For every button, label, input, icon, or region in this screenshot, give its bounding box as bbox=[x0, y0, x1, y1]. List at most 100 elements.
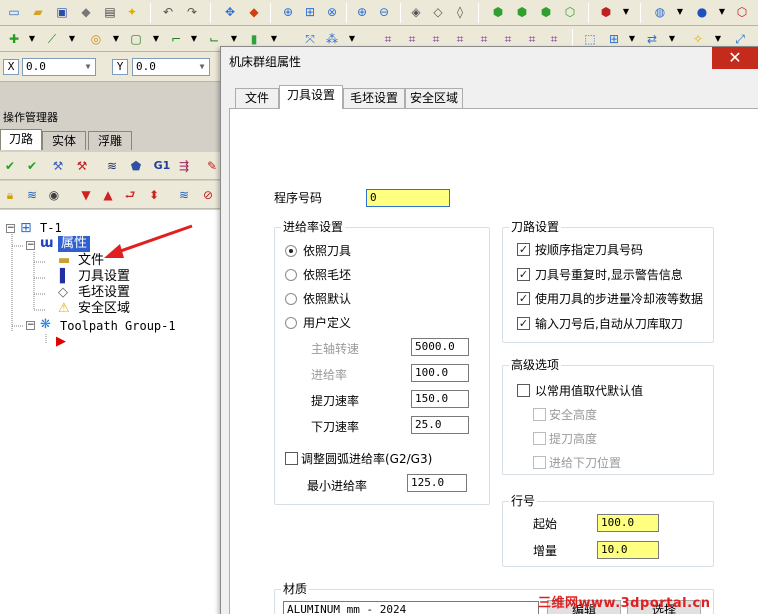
backplot-icon[interactable]: ≋ bbox=[104, 158, 120, 174]
new-file-icon[interactable]: ▭ bbox=[6, 4, 22, 20]
hidden-line-icon[interactable]: ◊ bbox=[452, 4, 468, 20]
chevron-down-icon[interactable]: ▼ bbox=[81, 59, 95, 75]
chevron-down-icon[interactable]: ▼ bbox=[710, 31, 726, 47]
chevron-down-icon[interactable]: ▼ bbox=[672, 4, 688, 20]
select-icon[interactable]: ⬚ bbox=[582, 31, 598, 47]
seq-tool-number-checkbox[interactable]: ✓ bbox=[517, 243, 530, 256]
circle-icon[interactable]: ◎ bbox=[88, 31, 104, 47]
override-defaults-checkbox[interactable] bbox=[517, 384, 530, 397]
auto-library-checkbox[interactable]: ✓ bbox=[517, 317, 530, 330]
line-start-input[interactable]: 100.0 bbox=[597, 514, 659, 532]
arc-feed-adjust-label[interactable]: 调整圆弧进给率(G2/G3) bbox=[301, 451, 432, 467]
material-input[interactable]: ALUMINUM mm - 2024 bbox=[283, 601, 539, 614]
expand-collapse-icon[interactable]: ⬍ bbox=[146, 187, 162, 203]
solid-icon[interactable]: ▮ bbox=[246, 31, 262, 47]
program-number-input[interactable]: 0 bbox=[366, 189, 450, 207]
toolpath-h-icon[interactable]: ⌗ bbox=[546, 31, 562, 47]
line-inc-input[interactable]: 10.0 bbox=[597, 541, 659, 559]
cube-side-icon[interactable]: ⬢ bbox=[538, 4, 554, 20]
undo-icon[interactable]: ↶ bbox=[160, 4, 176, 20]
chevron-down-icon[interactable]: ▼ bbox=[714, 4, 730, 20]
min-feed-input[interactable]: 125.0 bbox=[407, 474, 467, 492]
chevron-down-icon[interactable]: ▼ bbox=[664, 31, 680, 47]
insert-arrow-icon[interactable]: ⮐ bbox=[122, 187, 138, 203]
radio-from-default[interactable] bbox=[285, 293, 297, 305]
tab-files[interactable]: 文件 bbox=[235, 88, 279, 108]
trim-icon[interactable]: ⌙ bbox=[206, 31, 222, 47]
auto-library-label[interactable]: 输入刀号后,自动从刀库取刀 bbox=[535, 316, 683, 332]
help-icon[interactable]: ⊘ bbox=[200, 187, 216, 203]
fillet-icon[interactable]: ⌐ bbox=[168, 31, 184, 47]
cube-red-icon[interactable]: ⬢ bbox=[598, 4, 614, 20]
tab-art[interactable]: 浮雕 bbox=[88, 131, 132, 150]
regenerate-dirty-icon[interactable]: ⚒ bbox=[74, 158, 90, 174]
feed-plane-checkbox[interactable] bbox=[533, 456, 546, 469]
tab-safety-zone[interactable]: 安全区域 bbox=[405, 88, 463, 108]
shade-icon[interactable]: ◈ bbox=[408, 4, 424, 20]
chevron-down-icon[interactable]: ▼ bbox=[226, 31, 242, 47]
line-icon[interactable]: ⟋ bbox=[44, 31, 60, 47]
radio-from-stock-label[interactable]: 依照毛坯 bbox=[303, 267, 351, 283]
verify-icon[interactable]: ⬟ bbox=[128, 158, 144, 174]
zoom-fit-icon[interactable]: ⊞ bbox=[302, 4, 318, 20]
seq-tool-number-label[interactable]: 按顺序指定刀具号码 bbox=[535, 242, 643, 258]
x-coord-input[interactable]: 0.0 ▼ bbox=[22, 58, 96, 76]
g1-icon[interactable]: G1 bbox=[150, 158, 174, 174]
wireframe-icon[interactable]: ◇ bbox=[430, 4, 446, 20]
grid-icon[interactable]: ⊞ bbox=[606, 31, 622, 47]
radio-user-defined[interactable] bbox=[285, 317, 297, 329]
redo-icon[interactable]: ↷ bbox=[184, 4, 200, 20]
only-display-icon[interactable]: ≋ bbox=[176, 187, 192, 203]
clearance-checkbox[interactable] bbox=[533, 408, 546, 421]
select-invalid-icon[interactable]: ✔ bbox=[24, 158, 40, 174]
radio-from-stock[interactable] bbox=[285, 269, 297, 281]
dup-warning-label[interactable]: 刀具号重复时,显示警告信息 bbox=[535, 267, 683, 283]
lightbulb-icon[interactable]: ✦ bbox=[124, 4, 140, 20]
chevron-down-icon[interactable]: ▼ bbox=[108, 31, 124, 47]
pan-icon[interactable]: ✥ bbox=[222, 4, 238, 20]
sphere-icon[interactable]: ● bbox=[694, 4, 710, 20]
toolpath-e-icon[interactable]: ⌗ bbox=[476, 31, 492, 47]
lock-icon[interactable]: 🔒︎ bbox=[2, 187, 18, 203]
tree-properties[interactable]: 属性 bbox=[58, 236, 91, 252]
dup-warning-checkbox[interactable]: ✓ bbox=[517, 268, 530, 281]
post-icon[interactable]: ⇶ bbox=[176, 158, 192, 174]
arc-feed-adjust-checkbox[interactable] bbox=[285, 452, 298, 465]
retract-checkbox[interactable] bbox=[533, 432, 546, 445]
mirror-icon[interactable]: ⁂ bbox=[324, 31, 340, 47]
resize-icon[interactable]: ⤢ bbox=[732, 31, 748, 47]
tree-root[interactable]: T-1 bbox=[40, 220, 62, 236]
toolpath-f-icon[interactable]: ⌗ bbox=[500, 31, 516, 47]
feed-rate-input[interactable]: 100.0 bbox=[411, 364, 469, 382]
rectangle-icon[interactable]: ▢ bbox=[128, 31, 144, 47]
use-tool-data-label[interactable]: 使用刀具的步进量冷却液等数据 bbox=[535, 291, 703, 307]
radio-from-tool[interactable] bbox=[285, 245, 297, 257]
globe-icon[interactable]: ◍ bbox=[652, 4, 668, 20]
chevron-down-icon[interactable]: ▼ bbox=[618, 4, 634, 20]
radio-user-defined-label[interactable]: 用户定义 bbox=[303, 315, 351, 331]
tree-tool-settings[interactable]: 刀具设置 bbox=[78, 269, 130, 285]
tab-solids[interactable]: 实体 bbox=[42, 131, 86, 150]
cube-wire-icon[interactable]: ⬡ bbox=[734, 4, 750, 20]
cube-iso-icon[interactable]: ⬡ bbox=[562, 4, 578, 20]
bulb-icon[interactable]: ✧ bbox=[690, 31, 706, 47]
radio-from-default-label[interactable]: 依照默认 bbox=[303, 291, 351, 307]
tab-tool-settings[interactable]: 刀具设置 bbox=[279, 85, 343, 109]
plunge-rate-input[interactable]: 25.0 bbox=[411, 416, 469, 434]
wrench-icon[interactable]: ✎ bbox=[204, 158, 220, 174]
chevron-down-icon[interactable]: ▼ bbox=[24, 31, 40, 47]
retract-rate-input[interactable]: 150.0 bbox=[411, 390, 469, 408]
chevron-down-icon[interactable]: ▼ bbox=[148, 31, 164, 47]
merge-icon[interactable]: ◆ bbox=[78, 4, 94, 20]
toggle-display-icon[interactable]: ≋ bbox=[24, 187, 40, 203]
post-toggle-icon[interactable]: ◉ bbox=[46, 187, 62, 203]
move-down-icon[interactable]: ▼ bbox=[78, 187, 94, 203]
zoom-out-icon[interactable]: ⊖ bbox=[376, 4, 392, 20]
radio-from-tool-label[interactable]: 依照刀具 bbox=[303, 243, 351, 259]
toolpath-c-icon[interactable]: ⌗ bbox=[428, 31, 444, 47]
y-coord-input[interactable]: 0.0 ▼ bbox=[132, 58, 210, 76]
tree-stock-setup[interactable]: 毛坯设置 bbox=[78, 285, 130, 301]
tab-toolpaths[interactable]: 刀路 bbox=[0, 129, 42, 150]
chevron-down-icon[interactable]: ▼ bbox=[64, 31, 80, 47]
arrows-icon[interactable]: ⇄ bbox=[644, 31, 660, 47]
